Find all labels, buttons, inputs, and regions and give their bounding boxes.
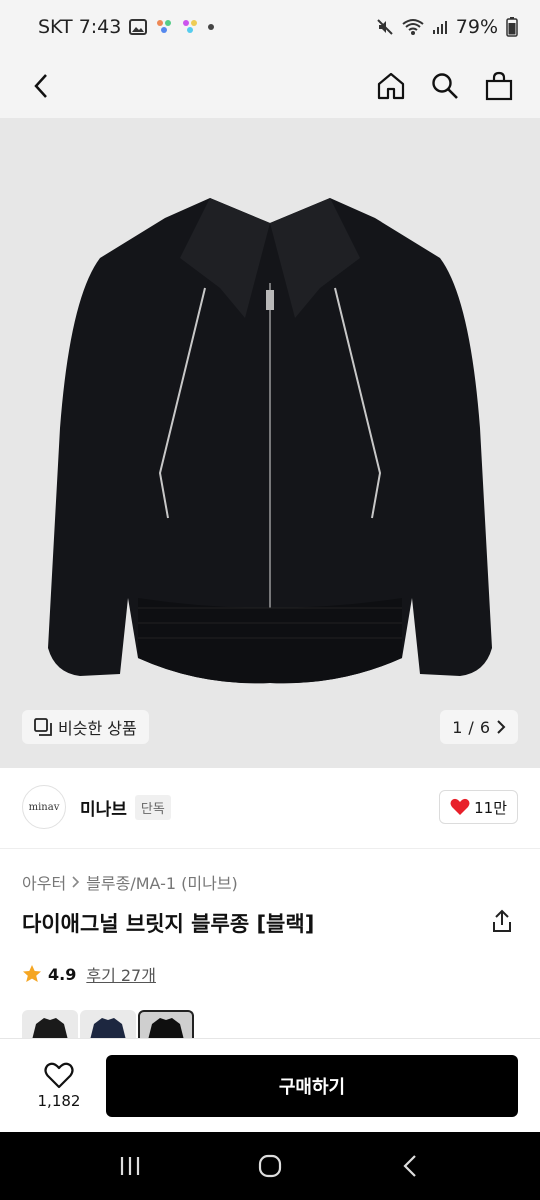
status-left: SKT 7:43 [38, 16, 215, 38]
home-icon [377, 72, 405, 100]
app-notification-icon [155, 18, 173, 36]
recents-icon [120, 1157, 140, 1175]
search-icon [432, 73, 458, 99]
product-image-carousel[interactable]: 비슷한 상품 1 / 6 [0, 118, 540, 768]
header-actions [374, 69, 516, 103]
shopping-bag-icon [485, 71, 513, 101]
similar-products-button[interactable]: 비슷한 상품 [22, 710, 149, 744]
system-nav-bar [0, 1132, 540, 1200]
back-button[interactable] [24, 69, 58, 103]
color-option-navy[interactable] [80, 1010, 136, 1040]
color-option-black-1[interactable] [22, 1010, 78, 1040]
brand-logo[interactable]: minav [22, 785, 66, 829]
exclusive-badge: 단독 [134, 794, 171, 820]
home-circle-icon [258, 1154, 282, 1178]
breadcrumb-subcategory[interactable]: 블루종/MA-1 (미나브) [86, 870, 238, 894]
breadcrumb-category[interactable]: 아우터 [22, 870, 66, 894]
wishlist-count: 1,182 [37, 1091, 81, 1110]
search-button[interactable] [428, 69, 462, 103]
buy-button[interactable]: 구매하기 [106, 1054, 518, 1117]
page-separator: / [468, 717, 474, 737]
brand-logo-text: minav [28, 801, 60, 813]
status-bar: SKT 7:43 79% [0, 0, 540, 54]
carrier-time: SKT 7:43 [38, 16, 122, 38]
gallery-notification-icon [129, 19, 148, 35]
breadcrumb: 아우터 블루종/MA-1 (미나브) [22, 870, 238, 894]
product-rating: 4.9 후기 27개 [22, 962, 156, 986]
brand-like-button[interactable]: 11만 [439, 790, 518, 824]
mute-icon [376, 18, 394, 36]
home-nav-button[interactable] [250, 1146, 290, 1186]
share-icon [493, 909, 511, 932]
star-icon [23, 965, 41, 982]
wifi-icon [402, 18, 424, 36]
home-button[interactable] [374, 69, 408, 103]
reviews-link[interactable]: 후기 27개 [86, 962, 156, 986]
brand-like-count: 11만 [474, 798, 507, 817]
brand-name[interactable]: 미나브 [80, 795, 127, 820]
product-title: 다이애그널 브릿지 블루종 [블랙] [22, 912, 315, 936]
similar-products-label: 비슷한 상품 [58, 719, 137, 738]
similar-items-icon [34, 718, 52, 736]
color-options [22, 1010, 194, 1040]
chevron-left-icon [34, 74, 47, 98]
rating-score: 4.9 [48, 964, 77, 984]
product-image-jacket [48, 198, 492, 684]
app-header [0, 54, 540, 118]
battery-icon [506, 17, 518, 37]
page-total: 6 [479, 717, 490, 737]
bottom-action-bar: 1,182 구매하기 [0, 1038, 540, 1132]
back-chevron-icon [403, 1155, 416, 1177]
more-notifications-dot-icon [207, 23, 215, 31]
recents-button[interactable] [110, 1146, 150, 1186]
status-right: 79% [376, 16, 518, 38]
wishlist-button[interactable]: 1,182 [24, 1062, 94, 1110]
image-page-counter[interactable]: 1 / 6 [440, 710, 518, 744]
app-notification-icon-2 [181, 18, 199, 36]
cart-button[interactable] [482, 69, 516, 103]
brand-row: minav 미나브 단독 11만 [22, 784, 518, 830]
color-option-black-selected[interactable] [138, 1010, 194, 1040]
signal-icon [432, 19, 448, 35]
section-divider [0, 848, 540, 849]
heart-filled-icon [450, 798, 470, 815]
share-button[interactable] [490, 908, 518, 940]
back-nav-button[interactable] [390, 1146, 430, 1186]
battery-percent: 79% [455, 16, 498, 38]
heart-outline-icon [44, 1062, 74, 1088]
chevron-right-icon [497, 720, 506, 734]
chevron-right-icon [72, 876, 80, 888]
page-current: 1 [452, 717, 463, 737]
